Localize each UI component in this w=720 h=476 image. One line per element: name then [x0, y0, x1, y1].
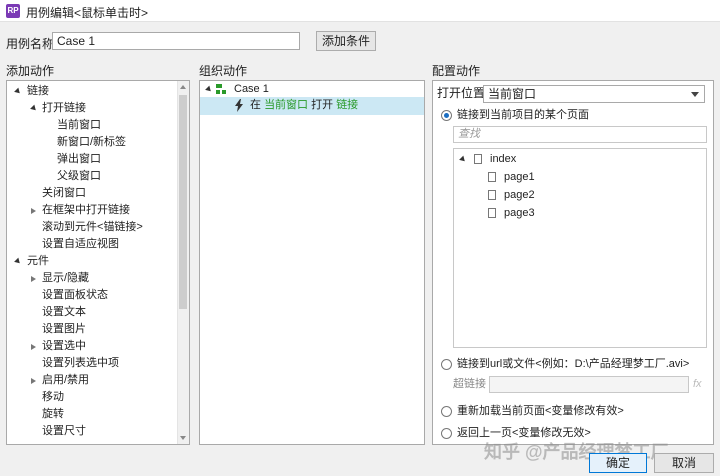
radio-link-page[interactable]: [441, 110, 452, 121]
option-link-url-label[interactable]: 链接到url或文件<例如：D:\产品经理梦工厂.avi>: [457, 356, 689, 373]
hyperlink-label: 超链接: [453, 378, 486, 390]
action-object: 链接: [336, 99, 359, 111]
tree-item-set-text[interactable]: 设置文本: [42, 304, 86, 321]
scrollbar-track[interactable]: [177, 81, 189, 444]
tree-item-enable-disable[interactable]: 启用/禁用: [42, 372, 89, 389]
add-condition-button[interactable]: 添加条件: [316, 31, 376, 51]
tree-item-open-link[interactable]: 打开链接: [42, 100, 86, 117]
expand-index-icon[interactable]: [459, 155, 467, 164]
organize-action-heading: 组织动作: [199, 64, 248, 78]
case-name-input[interactable]: Case 1: [52, 32, 300, 50]
tree-item-new-window[interactable]: 新窗口/新标签: [57, 134, 126, 151]
tree-item-scroll-to[interactable]: 滚动到元件<锚链接>: [42, 219, 143, 236]
hyperlink-input[interactable]: [489, 376, 689, 393]
page-icon: [474, 154, 482, 164]
configure-action-panel: 打开位置 当前窗口 链接到当前项目的某个页面 查找 index page1 pa…: [432, 80, 714, 445]
tree-item-panel-state[interactable]: 设置面板状态: [42, 287, 108, 304]
lightning-icon: [235, 99, 243, 112]
tree-item-list-selected[interactable]: 设置列表选中项: [42, 355, 119, 372]
tree-item-open-in-frame[interactable]: 在框架中打开链接: [42, 202, 130, 219]
tree-item-link[interactable]: 链接: [27, 83, 49, 100]
scroll-up-icon[interactable]: [180, 85, 186, 89]
case-label[interactable]: Case 1: [234, 81, 269, 98]
page-icon: [488, 190, 496, 200]
radio-reload[interactable]: [441, 406, 452, 417]
app-icon: RP: [6, 4, 20, 18]
expand-open-link-icon[interactable]: [30, 104, 38, 113]
page-tree[interactable]: index page1 page2 page3: [453, 148, 707, 348]
tree-item-set-selected[interactable]: 设置选中: [42, 338, 86, 355]
tree-item-show-hide[interactable]: 显示/隐藏: [42, 270, 89, 287]
page-icon: [488, 172, 496, 182]
open-in-value: 当前窗口: [488, 87, 537, 101]
option-link-page-label[interactable]: 链接到当前项目的某个页面: [457, 107, 589, 124]
page-item[interactable]: page2: [504, 187, 535, 204]
action-verb: 打开: [311, 99, 334, 111]
add-action-heading: 添加动作: [6, 64, 55, 78]
expand-set-selected-icon[interactable]: [31, 344, 36, 350]
scrollbar-thumb[interactable]: [179, 95, 187, 309]
add-action-tree[interactable]: 链接 打开链接 当前窗口 新窗口/新标签 弹出窗口 父级窗口 关闭窗口 在框架中…: [6, 80, 190, 445]
chevron-down-icon: [691, 92, 699, 97]
expand-link-icon[interactable]: [14, 87, 22, 96]
ok-button[interactable]: 确定: [589, 453, 647, 473]
open-in-label: 打开位置: [437, 86, 486, 100]
scroll-down-icon[interactable]: [180, 436, 186, 440]
expand-open-in-frame-icon[interactable]: [31, 208, 36, 214]
page-search-input[interactable]: 查找: [453, 126, 707, 143]
tree-item-parent-window[interactable]: 父级窗口: [57, 168, 101, 185]
page-item[interactable]: page3: [504, 205, 535, 222]
expand-widget-icon[interactable]: [14, 257, 22, 266]
tree-item-set-image[interactable]: 设置图片: [42, 321, 86, 338]
page-icon: [488, 208, 496, 218]
tree-item-widget[interactable]: 元件: [27, 253, 49, 270]
tree-item-rotate[interactable]: 旋转: [42, 406, 64, 423]
radio-link-url[interactable]: [441, 359, 452, 370]
expand-show-hide-icon[interactable]: [31, 276, 36, 282]
expand-enable-disable-icon[interactable]: [31, 378, 36, 384]
expand-case-icon[interactable]: [205, 85, 213, 94]
cancel-button[interactable]: 取消: [654, 453, 714, 473]
window-title: 用例编辑<鼠标单击时>: [26, 6, 149, 20]
configure-action-heading: 配置动作: [432, 64, 481, 78]
action-target: 当前窗口: [264, 99, 309, 111]
tree-item-close-window[interactable]: 关闭窗口: [42, 185, 86, 202]
organize-action-tree[interactable]: Case 1 在 当前窗口 打开 链接: [199, 80, 425, 445]
case-icon: [216, 84, 226, 94]
case-name-label: 用例名称: [6, 37, 55, 51]
action-description: 在 当前窗口 打开 链接: [250, 97, 358, 114]
tree-item-adaptive-view[interactable]: 设置自适应视图: [42, 236, 119, 253]
fx-button[interactable]: fx: [693, 378, 702, 390]
tree-item-set-size[interactable]: 设置尺寸: [42, 423, 86, 440]
radio-back[interactable]: [441, 428, 452, 439]
action-prefix: 在: [250, 99, 261, 111]
tree-item-popup[interactable]: 弹出窗口: [57, 151, 101, 168]
tree-item-move[interactable]: 移动: [42, 389, 64, 406]
tree-item-current-window[interactable]: 当前窗口: [57, 117, 101, 134]
option-reload-label[interactable]: 重新加载当前页面<变量修改有效>: [457, 403, 624, 420]
title-bar: RP 用例编辑<鼠标单击时>: [0, 0, 720, 22]
selected-action-row[interactable]: 在 当前窗口 打开 链接: [200, 97, 424, 115]
page-index[interactable]: index: [490, 151, 516, 168]
page-item[interactable]: page1: [504, 169, 535, 186]
open-in-select[interactable]: 当前窗口: [483, 85, 705, 103]
